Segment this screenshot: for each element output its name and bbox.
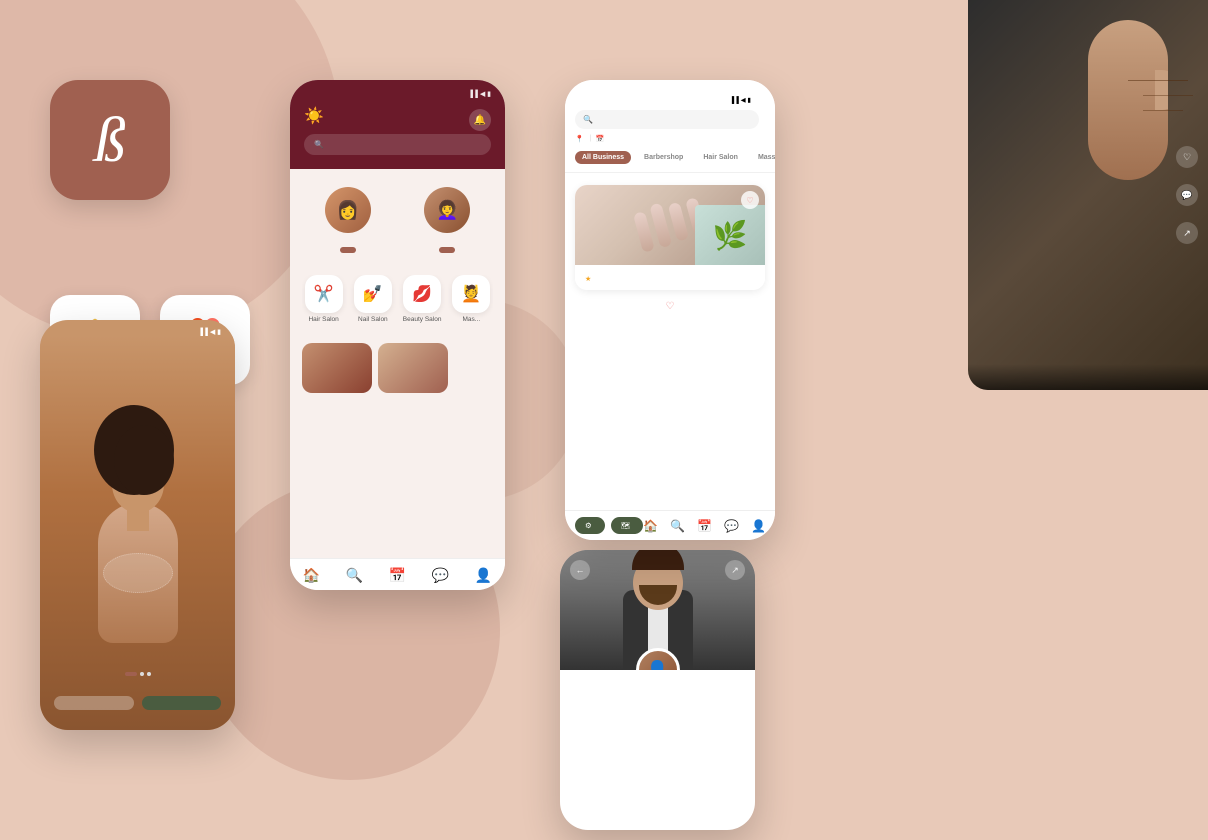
beauty-salon-icon: 💋: [403, 275, 441, 313]
business-rating: ★: [585, 275, 591, 283]
profile-info: [560, 670, 755, 706]
master-card-1: 👩: [302, 187, 394, 255]
home-weather-row: ☀️ 🔔: [304, 106, 491, 134]
share-icon[interactable]: ↗: [1176, 222, 1198, 244]
master-avatar-1: 👩: [325, 187, 371, 233]
offer-card-2[interactable]: [378, 343, 448, 393]
weather-icon: ☀️: [304, 106, 324, 126]
search-bar: 🔍: [575, 110, 765, 129]
business-meta: ★: [585, 275, 755, 283]
search-footer-nav: 🏠 🔍 📅 💬 👤: [643, 519, 766, 533]
service-massage[interactable]: 💆 Mas...: [450, 275, 493, 323]
master-avatar-2: 👩‍🦱: [424, 187, 470, 233]
business-card: 🌿 ♡ ★: [575, 185, 765, 290]
home-search-bar[interactable]: 🔍: [304, 134, 491, 155]
home-body: 👩 👩‍🦱 ✂️ Hair Salon: [290, 169, 505, 559]
service-beauty[interactable]: 💋 Beauty Salon: [401, 275, 444, 323]
home-header: ▐▐ ◀ ▮ ☀️ 🔔 🔍: [290, 80, 505, 169]
back-button[interactable]: ←: [570, 560, 590, 580]
search-input[interactable]: 🔍: [575, 110, 759, 129]
app-icon: ß: [50, 80, 170, 200]
save-heart-icon[interactable]: ♡: [741, 191, 759, 209]
offer-card-1[interactable]: [302, 343, 372, 393]
phone-search: ▐▐ ◀ ▮ 🔍 📍 | 📅 All Business Barbershop H…: [565, 80, 775, 540]
footer-profile-icon[interactable]: 👤: [751, 519, 766, 533]
search-icon: 🔍: [314, 140, 324, 149]
tab-barbershop[interactable]: Barbershop: [637, 151, 690, 164]
nav-calendar-icon[interactable]: 📅: [389, 567, 406, 584]
business-image: 🌿 ♡: [575, 185, 765, 265]
tab-all-business[interactable]: All Business: [575, 151, 631, 164]
barber-photo: ♡ 💬 ↗: [968, 0, 1208, 390]
services-row: ✂️ Hair Salon 💅 Nail Salon 💋 Beauty Salo…: [302, 275, 493, 323]
hair-salon-icon: ✂️: [305, 275, 343, 313]
search-footer: ⚙ 🗺 🏠 🔍 📅 💬 👤: [565, 510, 775, 540]
location-icon: 📍: [575, 135, 584, 143]
profile-background: ← ↗ 👤: [560, 550, 755, 670]
massage-icon: 💆: [452, 275, 490, 313]
category-tabs: All Business Barbershop Hair Salon Massa…: [565, 151, 775, 173]
notification-bell[interactable]: 🔔: [469, 109, 491, 131]
onboard-text: [40, 646, 235, 650]
masters-row: 👩 👩‍🦱: [302, 187, 493, 255]
onboard-status-bar: ▐▐ ◀ ▮: [40, 320, 235, 336]
footer-search-icon[interactable]: 🔍: [670, 519, 685, 533]
second-business-placeholder: ♡: [565, 298, 775, 315]
home-weather: ☀️: [304, 106, 330, 126]
map-icon: 🗺: [621, 521, 631, 530]
like-icon[interactable]: ♡: [1176, 146, 1198, 168]
service-nail[interactable]: 💅 Nail Salon: [351, 275, 394, 323]
nav-home-icon[interactable]: 🏠: [303, 567, 320, 584]
phone-onboard: ▐▐ ◀ ▮: [40, 320, 235, 730]
master-card-2: 👩‍🦱: [402, 187, 494, 255]
nav-profile-icon[interactable]: 👤: [475, 567, 492, 584]
calendar-icon: 📅: [596, 135, 605, 143]
phone-home: ▐▐ ◀ ▮ ☀️ 🔔 🔍 👩: [290, 80, 505, 590]
book-btn-1[interactable]: [340, 247, 356, 253]
search-dot-icon: 🔍: [583, 115, 593, 124]
business-info: ★: [575, 265, 765, 290]
share-button[interactable]: ↗: [725, 560, 745, 580]
nail-salon-icon: 💅: [354, 275, 392, 313]
service-hair[interactable]: ✂️ Hair Salon: [302, 275, 345, 323]
search-status-bar: ▐▐ ◀ ▮: [575, 90, 765, 110]
search-filters: 📍 | 📅: [575, 135, 765, 143]
search-header: ▐▐ ◀ ▮ 🔍 📍 | 📅: [565, 80, 775, 151]
nav-search-icon[interactable]: 🔍: [346, 567, 363, 584]
tab-hair-salon[interactable]: Hair Salon: [696, 151, 745, 164]
comment-icon[interactable]: 💬: [1176, 184, 1198, 206]
barber-overlay: [968, 364, 1208, 390]
home-status-bar: ▐▐ ◀ ▮: [304, 90, 491, 98]
filter-map-row: ⚙ 🗺: [575, 517, 643, 534]
tab-massage[interactable]: Massage: [751, 151, 775, 164]
footer-chat-icon[interactable]: 💬: [724, 519, 739, 533]
filter-button[interactable]: ⚙: [575, 517, 605, 534]
app-icon-letter: ß: [94, 108, 126, 172]
special-offers-row: [302, 343, 493, 393]
footer-calendar-icon[interactable]: 📅: [697, 519, 712, 533]
phone-profile: ← ↗ 👤: [560, 550, 755, 830]
nav-chat-icon[interactable]: 💬: [432, 567, 449, 584]
footer-home-icon[interactable]: 🏠: [643, 519, 658, 533]
login-button[interactable]: [54, 696, 134, 710]
book-btn-2[interactable]: [439, 247, 455, 253]
map-button[interactable]: 🗺: [611, 517, 644, 534]
scroll-dots: [40, 668, 235, 680]
join-button[interactable]: [142, 696, 222, 710]
home-navbar: 🏠 🔍 📅 💬 👤: [290, 558, 505, 590]
results-count: [565, 173, 775, 185]
filter-icon: ⚙: [585, 521, 592, 530]
onboard-buttons[interactable]: [40, 696, 235, 710]
